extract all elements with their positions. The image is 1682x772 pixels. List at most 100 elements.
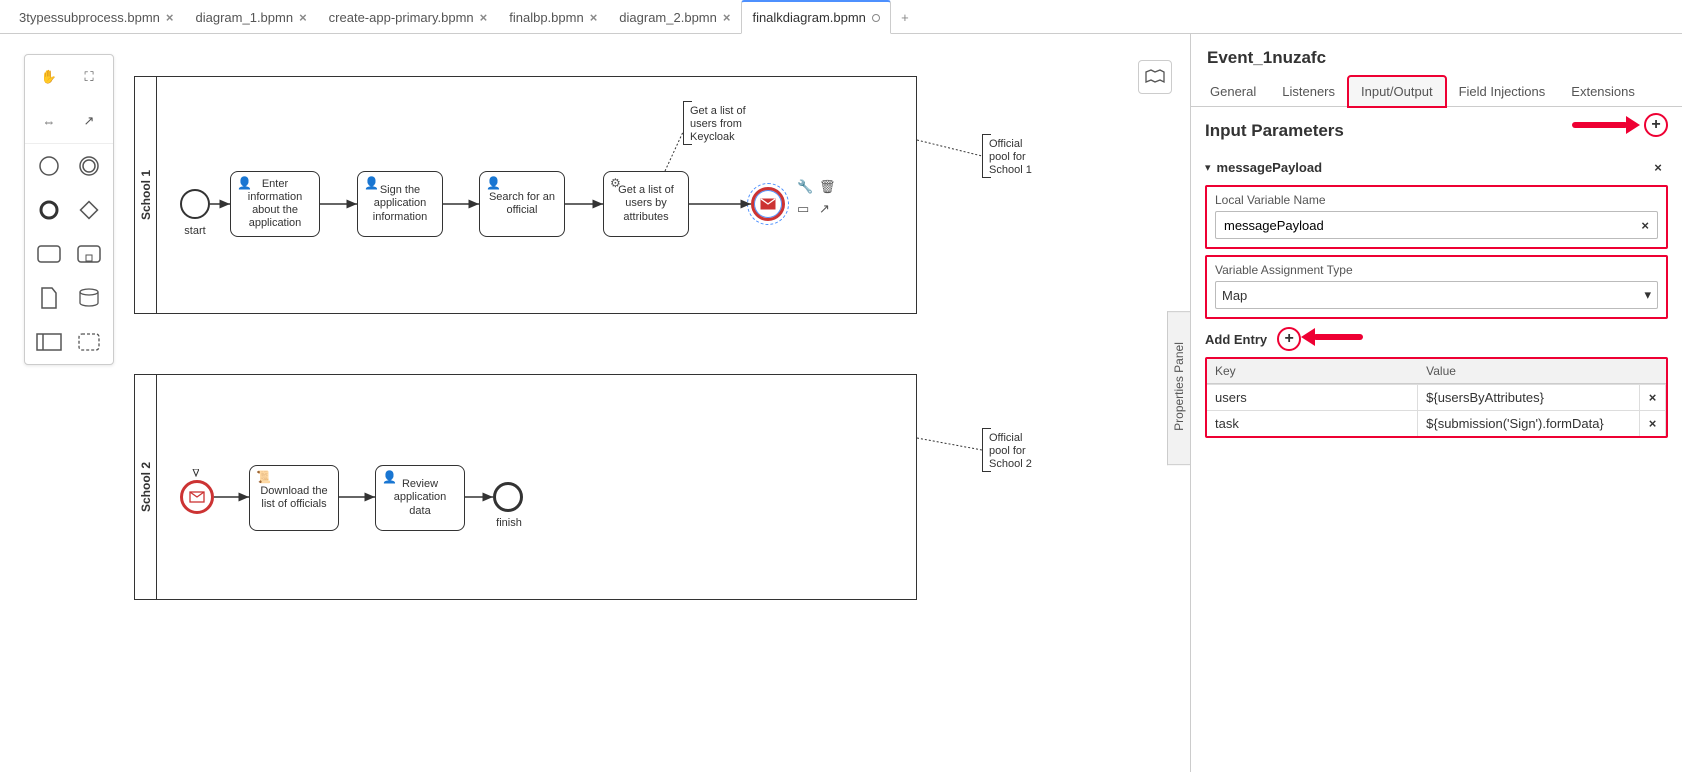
group-icon[interactable]	[73, 326, 105, 358]
task-download-officials[interactable]: 📜Download the list of officials	[249, 465, 339, 531]
task-icon[interactable]	[33, 238, 65, 270]
param-name: messagePayload	[1217, 160, 1648, 175]
local-var-name-field[interactable]	[1222, 217, 1639, 234]
message-throw-event-selected[interactable]	[751, 187, 785, 221]
task-get-users[interactable]: ⚙Get a list of users by attributes	[603, 171, 689, 237]
gateway-icon[interactable]	[73, 194, 105, 226]
table-row: task ${submission('Sign').formData} ×	[1207, 410, 1666, 436]
close-icon[interactable]: ×	[166, 10, 174, 25]
trash-icon[interactable]: 🗑	[819, 179, 836, 195]
col-key: Key	[1207, 359, 1418, 383]
user-task-icon: 👤	[486, 176, 501, 190]
connect-tool-icon[interactable]: ↗	[73, 105, 105, 137]
text-annotation[interactable]: Get a list of users from Keycloak	[683, 101, 755, 145]
map-entries-table: Key Value users ${usersByAttributes} × t…	[1205, 357, 1668, 438]
add-entry-label: Add Entry	[1205, 332, 1267, 347]
connect-icon[interactable]: ↗	[819, 201, 836, 217]
clear-icon[interactable]: ×	[1639, 218, 1651, 233]
element-id: Event_1nuzafc	[1191, 34, 1682, 76]
user-task-icon: 👤	[364, 176, 379, 190]
properties-panel: Event_1nuzafc General Listeners Input/Ou…	[1190, 34, 1682, 772]
add-tab-button[interactable]: +	[891, 0, 919, 34]
entry-key[interactable]: task	[1207, 411, 1418, 436]
user-task-icon: 👤	[237, 176, 252, 190]
message-catch-event[interactable]	[180, 480, 214, 514]
data-store-icon[interactable]	[73, 282, 105, 314]
start-label: start	[177, 225, 213, 237]
data-object-icon[interactable]	[33, 282, 65, 314]
canvas[interactable]: ✋⛶ ⇔↗ School 1 start 👤Enter information …	[0, 34, 1190, 772]
editor-tabs: 3typessubprocess.bpmn× diagram_1.bpmn× c…	[0, 0, 1682, 34]
envelope-icon	[760, 198, 776, 210]
table-row: users ${usersByAttributes} ×	[1207, 384, 1666, 410]
task-review-data[interactable]: 👤Review application data	[375, 465, 465, 531]
wrench-icon[interactable]: 🔧	[797, 179, 813, 195]
annotation-icon[interactable]: ▭	[797, 201, 813, 217]
entry-value[interactable]: ${usersByAttributes}	[1418, 385, 1640, 410]
tool-palette: ✋⛶ ⇔↗	[24, 54, 114, 365]
pool-school-1[interactable]: School 1 start 👤Enter information about …	[134, 76, 917, 314]
select-value: Map	[1222, 288, 1247, 303]
tab-listeners[interactable]: Listeners	[1269, 76, 1348, 106]
tab-file[interactable]: finalbp.bpmn×	[498, 0, 608, 34]
local-var-name-group: Local Variable Name ×	[1205, 185, 1668, 249]
space-tool-icon[interactable]: ⇔	[33, 105, 65, 137]
pool-icon[interactable]	[33, 326, 65, 358]
close-icon[interactable]: ×	[590, 10, 598, 25]
remove-entry-button[interactable]: ×	[1640, 411, 1666, 436]
pool-school-2[interactable]: School 2 📜Download the list of officials…	[134, 374, 917, 600]
tab-file[interactable]: 3typessubprocess.bpmn×	[8, 0, 185, 34]
chevron-down-icon: ▾	[1205, 161, 1211, 174]
text-annotation[interactable]: Official pool for School 2	[982, 428, 1046, 472]
chevron-down-icon: ▾	[1644, 287, 1651, 303]
subprocess-icon[interactable]	[73, 238, 105, 270]
tab-file[interactable]: diagram_2.bpmn×	[608, 0, 741, 34]
script-task-icon: 📜	[256, 470, 271, 484]
remove-param-button[interactable]: ×	[1648, 157, 1668, 177]
tab-field-injections[interactable]: Field Injections	[1446, 76, 1559, 106]
col-value: Value	[1418, 359, 1640, 383]
tab-file[interactable]: create-app-primary.bpmn×	[318, 0, 499, 34]
text-annotation[interactable]: Official pool for School 1	[982, 134, 1046, 178]
start-event[interactable]	[180, 189, 210, 219]
field-label: Local Variable Name	[1215, 193, 1658, 207]
assign-type-select[interactable]: Map ▾	[1215, 281, 1658, 309]
properties-panel-toggle[interactable]: Properties Panel	[1167, 311, 1190, 465]
entry-key[interactable]: users	[1207, 385, 1418, 410]
properties-tabs: General Listeners Input/Output Field Inj…	[1191, 76, 1682, 107]
tab-input-output[interactable]: Input/Output	[1348, 76, 1446, 107]
end-event-icon[interactable]	[33, 194, 65, 226]
lane-label: School 1	[135, 77, 157, 313]
add-entry-button[interactable]: +	[1277, 327, 1301, 351]
local-var-name-input[interactable]: ×	[1215, 211, 1658, 239]
close-icon[interactable]: ×	[480, 10, 488, 25]
tab-extensions[interactable]: Extensions	[1558, 76, 1648, 106]
end-label: finish	[491, 517, 527, 529]
end-event[interactable]	[493, 482, 523, 512]
task-enter-info[interactable]: 👤Enter information about the application	[230, 171, 320, 237]
remove-entry-button[interactable]: ×	[1640, 385, 1666, 410]
user-task-icon: 👤	[382, 470, 397, 484]
task-search-official[interactable]: 👤Search for an official	[479, 171, 565, 237]
tab-file[interactable]: diagram_1.bpmn×	[185, 0, 318, 34]
start-event-icon[interactable]	[33, 150, 65, 182]
tab-general[interactable]: General	[1197, 76, 1269, 106]
lasso-tool-icon[interactable]: ⛶	[73, 61, 105, 93]
assign-type-group: Variable Assignment Type Map ▾	[1205, 255, 1668, 319]
task-sign[interactable]: 👤Sign the application information	[357, 171, 443, 237]
close-icon[interactable]: ×	[299, 10, 307, 25]
context-pad: 🗑 ↗	[819, 179, 836, 217]
service-task-icon: ⚙	[610, 176, 621, 190]
envelope-icon	[189, 491, 205, 503]
entry-value[interactable]: ${submission('Sign').formData}	[1418, 411, 1640, 436]
section-title: Input Parameters	[1205, 121, 1668, 141]
minimap-button[interactable]	[1138, 60, 1172, 94]
intermediate-event-icon[interactable]	[73, 150, 105, 182]
context-pad: 🔧 ▭	[797, 179, 813, 217]
close-icon[interactable]: ×	[723, 10, 731, 25]
hand-tool-icon[interactable]: ✋	[33, 61, 65, 93]
add-input-param-button[interactable]: +	[1644, 113, 1668, 137]
dirty-icon	[872, 14, 880, 22]
tab-file-active[interactable]: finalkdiagram.bpmn	[741, 0, 890, 34]
param-header[interactable]: ▾ messagePayload ×	[1205, 151, 1668, 183]
